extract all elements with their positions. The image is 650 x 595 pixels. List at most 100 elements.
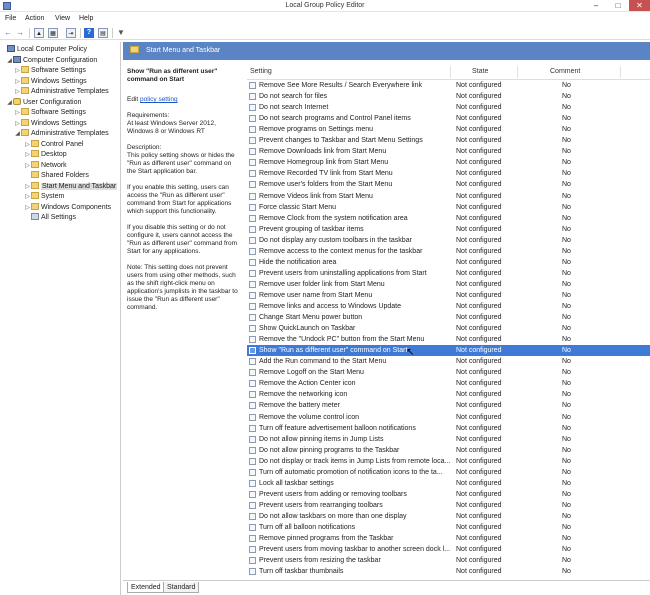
tree-item[interactable]: ▷ Network bbox=[24, 160, 67, 171]
table-row[interactable]: Show "Run as different user" command on … bbox=[247, 345, 650, 358]
tree-item[interactable]: ◢ Administrative Templates bbox=[14, 129, 109, 139]
table-row[interactable]: Turn off all balloon notifications Not co… bbox=[247, 522, 650, 533]
expander-icon[interactable]: ▷ bbox=[24, 140, 31, 150]
filter-icon[interactable]: ▼ bbox=[116, 28, 126, 38]
table-row[interactable]: Remove the battery meter Not configured No bbox=[247, 400, 650, 411]
table-row[interactable]: Remove the Action Center icon Not configu… bbox=[247, 378, 650, 389]
table-row[interactable]: Turn off taskbar thumbnails Not configure… bbox=[247, 566, 650, 577]
table-row[interactable]: Turn off automatic promotion of notifica… bbox=[247, 467, 650, 478]
maximize-button[interactable]: □ bbox=[607, 0, 629, 11]
tree-item[interactable]: ▷ Start Menu and Taskbar bbox=[24, 181, 118, 192]
tree-item[interactable]: Local Computer Policy bbox=[0, 45, 87, 55]
table-row[interactable]: Do not search Internet Not configured No bbox=[247, 102, 650, 113]
menu-action[interactable]: Action bbox=[22, 14, 47, 23]
table-row[interactable]: Remove Logoff on the Start Menu Not confi… bbox=[247, 367, 650, 378]
table-row[interactable]: Remove user's folders from the Start Men… bbox=[247, 179, 650, 190]
column-comment[interactable]: Comment bbox=[550, 68, 580, 75]
table-row[interactable]: Prevent users from rearranging toolbars N… bbox=[247, 500, 650, 511]
tree-item[interactable]: ▷ Windows Settings bbox=[14, 118, 87, 129]
expander-icon[interactable]: ◢ bbox=[6, 98, 13, 108]
tree-item[interactable]: ▷ System bbox=[24, 192, 64, 202]
table-row[interactable]: Prevent changes to Taskbar and Start Men… bbox=[247, 135, 650, 146]
expander-icon[interactable]: ▷ bbox=[24, 150, 31, 160]
edit-policy-link[interactable]: policy setting bbox=[140, 96, 178, 103]
expander-icon[interactable]: ▷ bbox=[24, 161, 31, 171]
expander-icon[interactable]: ◢ bbox=[14, 129, 21, 139]
tree-item[interactable]: ▷ Control Panel bbox=[24, 139, 83, 150]
tree-item[interactable]: ▷ Desktop bbox=[24, 150, 67, 160]
table-row[interactable]: Lock all taskbar settings Not configured N… bbox=[247, 478, 650, 489]
tree-item[interactable]: ▷ Windows Components bbox=[24, 202, 111, 213]
policy-setting-icon bbox=[249, 369, 256, 377]
table-row[interactable]: Remove the volume control icon Not config… bbox=[247, 412, 650, 423]
table-row[interactable]: Do not display any custom toolbars in th… bbox=[247, 235, 650, 246]
table-row[interactable]: Remove the "Undock PC" button from the S… bbox=[247, 334, 650, 345]
table-row[interactable]: Show QuickLaunch on Taskbar Not configure… bbox=[247, 323, 650, 334]
table-row[interactable]: Force classic Start Menu Not configured No bbox=[247, 202, 650, 213]
tree-item[interactable]: ▷ Software Settings bbox=[14, 108, 86, 118]
menu-file[interactable]: File bbox=[2, 14, 19, 23]
table-row[interactable]: Do not search programs and Control Panel… bbox=[247, 113, 650, 124]
policy-setting-icon bbox=[249, 291, 256, 299]
table-row[interactable]: Remove Clock from the system notificatio… bbox=[247, 213, 650, 224]
expander-icon[interactable]: ▷ bbox=[14, 66, 21, 76]
column-state[interactable]: State bbox=[472, 68, 488, 75]
tree-item[interactable]: ▷ Windows Settings bbox=[14, 76, 87, 87]
table-row[interactable]: Hide the notification area Not configured… bbox=[247, 257, 650, 268]
tree-item[interactable]: ▷ Software Settings bbox=[14, 66, 86, 76]
expander-icon[interactable]: ◢ bbox=[6, 56, 13, 66]
table-row[interactable]: Turn off feature advertisement balloon n… bbox=[247, 423, 650, 434]
table-row[interactable]: Do not allow pinning items in Jump Lists… bbox=[247, 434, 650, 445]
expander-icon[interactable]: ▷ bbox=[24, 192, 31, 202]
show-hide-tree-icon[interactable]: ▦ bbox=[48, 28, 58, 38]
expander-icon[interactable]: ▷ bbox=[24, 203, 31, 213]
table-row[interactable]: Remove access to the context menus for t… bbox=[247, 246, 650, 257]
menu-view[interactable]: View bbox=[52, 14, 73, 23]
export-list-icon[interactable]: ⇥ bbox=[66, 28, 76, 38]
table-row[interactable]: Remove See More Results / Search Everywh… bbox=[247, 80, 650, 91]
tree-item[interactable]: ◢ Computer Configuration bbox=[6, 55, 97, 66]
table-row[interactable]: Remove programs on Settings menu Not conf… bbox=[247, 124, 650, 135]
table-row[interactable]: Remove Recorded TV link from Start Menu N… bbox=[247, 168, 650, 179]
table-row[interactable]: Remove Downloads link from Start Menu Not… bbox=[247, 146, 650, 157]
column-setting[interactable]: Setting bbox=[250, 68, 272, 75]
close-button[interactable]: ✕ bbox=[629, 0, 650, 11]
menu-help[interactable]: Help bbox=[76, 14, 96, 23]
back-arrow-icon[interactable]: ← bbox=[3, 28, 13, 38]
tree-item[interactable]: Shared Folders bbox=[24, 171, 89, 181]
setting-cell: Remove links and access to Windows Updat… bbox=[259, 303, 402, 310]
table-row[interactable]: Prevent users from resizing the taskbar N… bbox=[247, 555, 650, 566]
expander-icon[interactable]: ▷ bbox=[14, 119, 21, 129]
tree-item[interactable]: ◢ User Configuration bbox=[6, 97, 81, 108]
expander-icon[interactable]: ▷ bbox=[24, 182, 31, 192]
properties-icon[interactable]: ▤ bbox=[98, 28, 108, 38]
table-row[interactable]: Remove Videos link from Start Menu Not co… bbox=[247, 191, 650, 202]
expander-icon[interactable]: ▷ bbox=[14, 87, 21, 97]
table-row[interactable]: Prevent grouping of taskbar items Not con… bbox=[247, 224, 650, 235]
help-icon[interactable]: ? bbox=[84, 28, 94, 38]
tree-item[interactable]: All Settings bbox=[24, 213, 76, 223]
minimize-button[interactable]: – bbox=[585, 0, 607, 11]
table-row[interactable]: Remove links and access to Windows Updat… bbox=[247, 301, 650, 312]
table-row[interactable]: Prevent users from moving taskbar to ano… bbox=[247, 544, 650, 555]
table-row[interactable]: Do not allow pinning programs to the Tas… bbox=[247, 445, 650, 456]
table-row[interactable]: Add the Run command to the Start Menu Not… bbox=[247, 356, 650, 367]
tab-extended[interactable]: Extended bbox=[127, 582, 165, 593]
tree-item[interactable]: ▷ Administrative Templates bbox=[14, 87, 109, 97]
tab-standard[interactable]: Standard bbox=[163, 582, 200, 593]
expander-icon[interactable]: ▷ bbox=[14, 108, 21, 118]
expander-icon[interactable]: ▷ bbox=[14, 77, 21, 87]
table-row[interactable]: Prevent users from adding or removing to… bbox=[247, 489, 650, 500]
forward-arrow-icon[interactable]: → bbox=[15, 28, 25, 38]
table-row[interactable]: Do not display or track items in Jump Li… bbox=[247, 456, 650, 467]
table-row[interactable]: Prevent users from uninstalling applicat… bbox=[247, 268, 650, 279]
table-row[interactable]: Remove user folder link from Start Menu N… bbox=[247, 279, 650, 290]
table-row[interactable]: Remove pinned programs from the Taskbar N… bbox=[247, 533, 650, 544]
table-row[interactable]: Change Start Menu power button Not config… bbox=[247, 312, 650, 323]
table-row[interactable]: Do not allow taskbars on more than one d… bbox=[247, 511, 650, 522]
up-folder-icon[interactable]: ▲ bbox=[34, 28, 44, 38]
table-row[interactable]: Remove user name from Start Menu Not conf… bbox=[247, 290, 650, 301]
table-row[interactable]: Do not search for files Not configured No bbox=[247, 91, 650, 102]
table-row[interactable]: Remove the networking icon Not configured… bbox=[247, 389, 650, 400]
table-row[interactable]: Remove Homegroup link from Start Menu Not… bbox=[247, 157, 650, 168]
